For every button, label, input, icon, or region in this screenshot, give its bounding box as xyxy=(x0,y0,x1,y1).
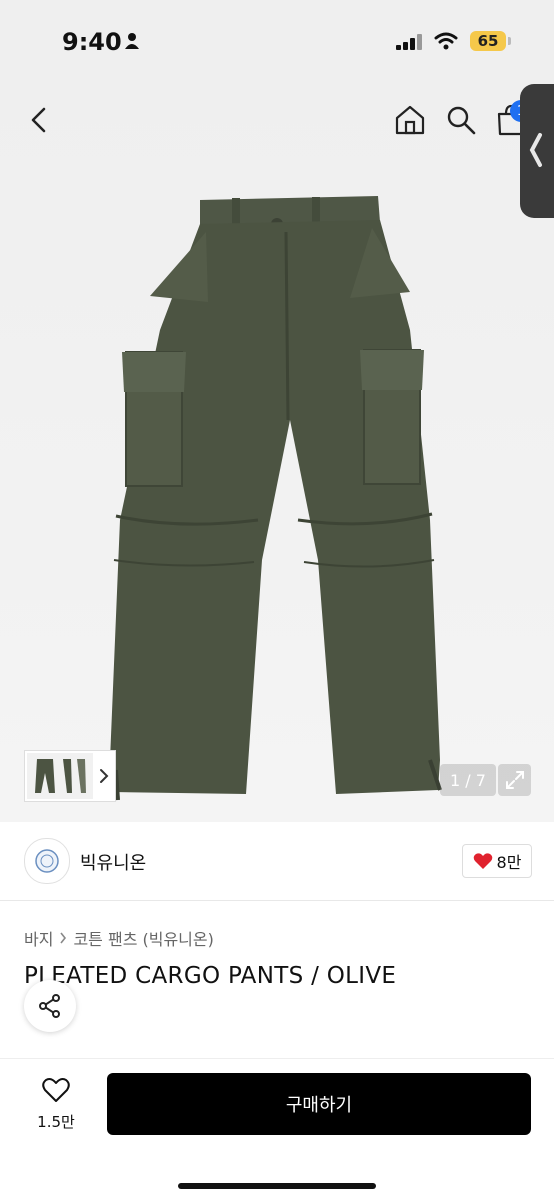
cargo-pants-image xyxy=(110,196,442,801)
thumbnail-strip[interactable] xyxy=(24,750,116,802)
product-title: PLEATED CARGO PANTS / OLIVE xyxy=(24,963,397,989)
brand-row: 빅유니온 8만 xyxy=(0,822,554,901)
back-icon[interactable] xyxy=(24,104,56,136)
like-button[interactable]: 8만 xyxy=(462,844,532,878)
brand-logo[interactable] xyxy=(24,838,70,884)
brand-name[interactable]: 빅유니온 xyxy=(80,849,146,875)
status-bar: 9:40 65 xyxy=(0,0,554,84)
expand-button[interactable] xyxy=(498,764,531,796)
image-counter: 1 / 7 xyxy=(440,764,496,796)
person-icon xyxy=(125,33,139,49)
bottom-purchase-bar: 1.5만 구매하기 xyxy=(0,1058,554,1201)
home-icon[interactable] xyxy=(394,104,426,136)
brand-logo-icon xyxy=(35,849,59,873)
search-icon[interactable] xyxy=(446,105,476,135)
thumbnail-image[interactable] xyxy=(27,753,93,799)
breadcrumb-subcategory[interactable]: 코튼 팬츠 (빅유니온) xyxy=(73,926,213,950)
battery-indicator: 65 xyxy=(470,31,506,51)
chevron-right-icon[interactable] xyxy=(99,768,109,784)
breadcrumb: 바지 코튼 팬츠 (빅유니온) xyxy=(24,926,214,950)
share-icon xyxy=(39,994,60,1018)
home-indicator xyxy=(178,1183,376,1189)
share-button[interactable] xyxy=(24,980,76,1032)
wifi-icon xyxy=(434,32,458,50)
breadcrumb-category[interactable]: 바지 xyxy=(24,926,53,950)
wish-count: 1.5만 xyxy=(37,1113,75,1131)
heart-filled-icon xyxy=(473,853,492,869)
expand-icon xyxy=(505,771,524,789)
chevron-right-icon xyxy=(60,932,67,944)
buy-button[interactable]: 구매하기 xyxy=(107,1073,531,1135)
signal-icon xyxy=(396,34,422,50)
product-image[interactable] xyxy=(0,84,554,822)
heart-outline-icon[interactable] xyxy=(42,1077,70,1103)
battery-tip xyxy=(508,37,511,45)
side-drawer-handle[interactable] xyxy=(520,84,554,218)
like-count: 8만 xyxy=(496,853,522,872)
status-time: 9:40 xyxy=(62,28,122,56)
chevron-left-icon xyxy=(529,133,542,167)
